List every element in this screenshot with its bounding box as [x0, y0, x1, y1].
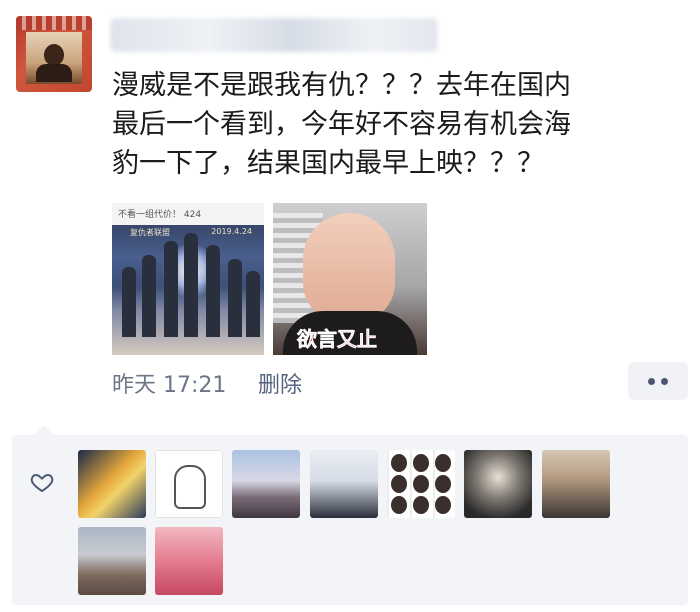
liker-avatar[interactable]: [310, 450, 378, 518]
liker-avatar[interactable]: [232, 450, 300, 518]
poster-hero: [206, 245, 220, 337]
avatar-head: [44, 44, 64, 66]
grid-face: [413, 496, 429, 514]
poster-avatar[interactable]: [16, 16, 92, 92]
poster-hero: [246, 271, 260, 337]
liker-avatar[interactable]: [78, 527, 146, 595]
grid-face: [435, 496, 451, 514]
meme-face: [303, 213, 395, 323]
grid-face: [391, 454, 407, 472]
liker-avatar[interactable]: [155, 450, 223, 518]
poster-hero: [142, 255, 156, 337]
poster-title-left: 复仇者联盟: [130, 228, 170, 237]
likes-panel-caret: [34, 425, 54, 435]
post-image-meme[interactable]: 欲言又止: [273, 203, 427, 355]
liker-avatar[interactable]: [155, 527, 223, 595]
liker-avatar[interactable]: [78, 450, 146, 518]
grid-face: [435, 454, 451, 472]
post-image-poster[interactable]: 不看一组代价！ 424 复仇者联盟 2019.4.24: [112, 203, 264, 355]
post-text: 漫威是不是跟我有仇？？？去年在国内 最后一个看到，今年好不容易有机会海 豹一下了…: [112, 70, 571, 179]
more-button[interactable]: [628, 362, 688, 400]
poster-topbar-text: 不看一组代价！ 424: [118, 210, 202, 220]
grid-face: [413, 454, 429, 472]
liker-avatar[interactable]: [464, 450, 532, 518]
poster-hero: [122, 267, 136, 337]
delete-link[interactable]: 删除: [258, 367, 302, 399]
liker-avatar[interactable]: [542, 450, 610, 518]
liker-avatar[interactable]: [387, 450, 455, 518]
grid-face: [413, 475, 429, 493]
username-blurred[interactable]: [110, 18, 438, 52]
sketch-line: [174, 465, 206, 509]
more-dots-icon: [661, 378, 668, 385]
avatar-body: [36, 64, 72, 82]
grid-face: [391, 496, 407, 514]
post-timestamp: 昨天 17:21: [112, 373, 227, 398]
poster-hero: [164, 241, 178, 337]
grid-face: [391, 475, 407, 493]
avatar-pattern: [16, 16, 92, 30]
meme-caption: 欲言又止: [297, 327, 378, 352]
poster-hero: [184, 233, 198, 337]
heart-icon: [30, 470, 56, 496]
poster-hero: [228, 259, 242, 337]
more-dots-icon: [648, 378, 655, 385]
grid-face: [435, 475, 451, 493]
poster-topbar: 不看一组代价！ 424: [112, 203, 264, 225]
poster-title-right: 2019.4.24: [211, 227, 252, 236]
